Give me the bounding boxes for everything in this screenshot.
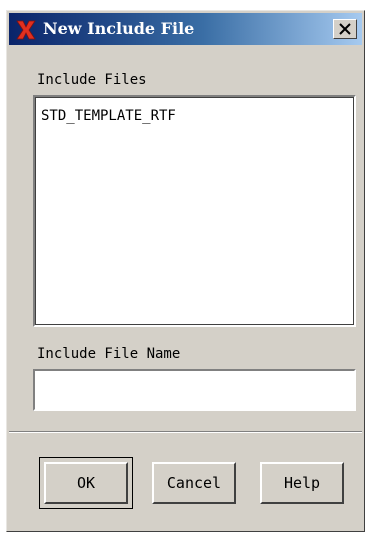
- list-item[interactable]: STD_TEMPLATE_RTF: [41, 107, 176, 125]
- window-title: New Include File: [43, 19, 195, 38]
- new-include-file-dialog: New Include File Include Files STD_TEMPL…: [6, 10, 365, 532]
- close-button[interactable]: [333, 19, 357, 39]
- x-app-icon: [15, 19, 37, 41]
- include-files-list[interactable]: STD_TEMPLATE_RTF: [33, 95, 356, 327]
- close-icon: [339, 23, 351, 35]
- include-file-name-field[interactable]: [33, 369, 356, 411]
- separator: [9, 431, 362, 433]
- cancel-button[interactable]: Cancel: [152, 462, 236, 504]
- ok-button[interactable]: OK: [44, 462, 128, 504]
- help-button[interactable]: Help: [260, 462, 344, 504]
- include-files-label: Include Files: [37, 72, 147, 88]
- title-bar[interactable]: New Include File: [9, 13, 362, 45]
- include-file-name-label: Include File Name: [37, 346, 181, 362]
